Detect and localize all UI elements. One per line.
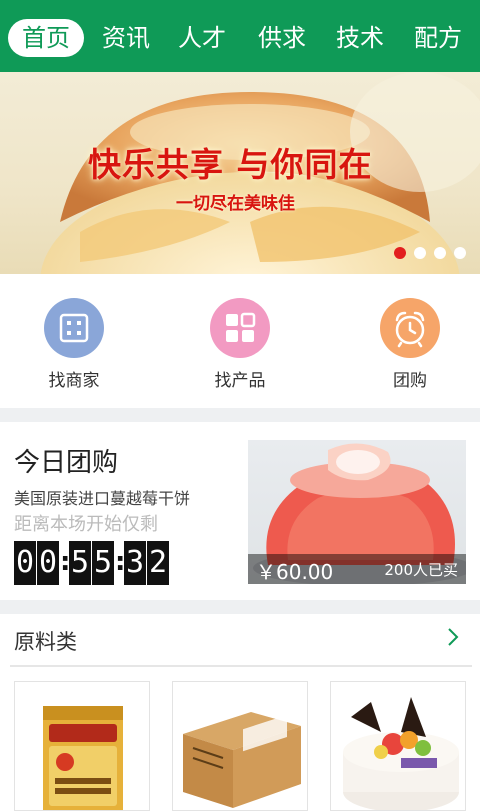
timer-digit: 3 [124, 541, 146, 585]
chevron-right-icon[interactable] [446, 626, 460, 654]
tab-technology[interactable]: 技术 [328, 19, 392, 57]
find-merchant-label: 找商家 [48, 371, 100, 391]
deal-price: ￥60.00 [256, 560, 334, 584]
alarm-clock-icon [380, 298, 440, 358]
carousel-dot[interactable] [454, 247, 466, 259]
product-card-list [0, 667, 480, 811]
todays-group-buy[interactable]: 今日团购 美国原装进口蔓越莓干饼 距离本场开始仅剩 0 0 : 5 5 : 3 … [0, 422, 480, 600]
product-card[interactable] [172, 681, 308, 811]
price-bar: ￥60.00 200人已买 [248, 554, 466, 584]
product-tiles-icon [210, 298, 270, 358]
banner-carousel[interactable]: 快乐共享 与你同在 一切尽在美味佳 [0, 72, 480, 274]
group-buy-label: 团购 [393, 371, 427, 391]
tab-supply-demand[interactable]: 供求 [250, 19, 314, 57]
timer-digit: 5 [92, 541, 114, 585]
store-grid-icon [44, 298, 104, 358]
banner-subtitle: 一切尽在美味佳 [176, 194, 295, 214]
carousel-dot[interactable] [414, 247, 426, 259]
product-card[interactable] [330, 681, 466, 811]
countdown-timer: 0 0 : 5 5 : 3 2 [14, 541, 170, 585]
timer-digit: 0 [37, 541, 59, 585]
carousel-dot[interactable] [434, 247, 446, 259]
find-product-label: 找产品 [214, 371, 266, 391]
group-buy-remaining-label: 距离本场开始仅剩 [14, 514, 158, 535]
find-merchant-button[interactable]: 找商家 [14, 298, 134, 391]
sold-count: 200人已买 [384, 561, 458, 579]
timer-digit: 5 [69, 541, 91, 585]
timer-digit: 0 [14, 541, 36, 585]
tab-home[interactable]: 首页 [8, 19, 84, 57]
timer-colon: : [115, 547, 126, 577]
butter-tin-image [43, 706, 123, 810]
find-product-button[interactable]: 找产品 [180, 298, 300, 391]
group-buy-title: 今日团购 [14, 448, 119, 478]
tab-talent[interactable]: 人才 [170, 19, 234, 57]
section-divider [0, 600, 480, 614]
cardboard-box-image [183, 712, 301, 808]
timer-digit: 2 [147, 541, 169, 585]
tab-recipes[interactable]: 配方 [406, 19, 470, 57]
product-card[interactable] [14, 681, 150, 811]
category-header[interactable]: 原料类 [0, 614, 480, 666]
section-divider [0, 408, 480, 422]
quick-entry-section: 找商家 找产品 团购 [0, 274, 480, 408]
category-title: 原料类 [14, 630, 77, 654]
carousel-dot[interactable] [394, 247, 406, 259]
top-nav-bar: 首页 资讯 人才 供求 技术 配方 [0, 0, 480, 72]
fruit-cake-image [343, 697, 459, 810]
deal-product-image[interactable]: ￥60.00 200人已买 [248, 440, 466, 584]
group-buy-button[interactable]: 团购 [350, 298, 470, 391]
timer-colon: : [60, 547, 71, 577]
tab-news[interactable]: 资讯 [94, 19, 158, 57]
group-buy-product-name: 美国原装进口蔓越莓干饼 [14, 489, 191, 508]
banner-title: 快乐共享 与你同在 [88, 145, 373, 184]
